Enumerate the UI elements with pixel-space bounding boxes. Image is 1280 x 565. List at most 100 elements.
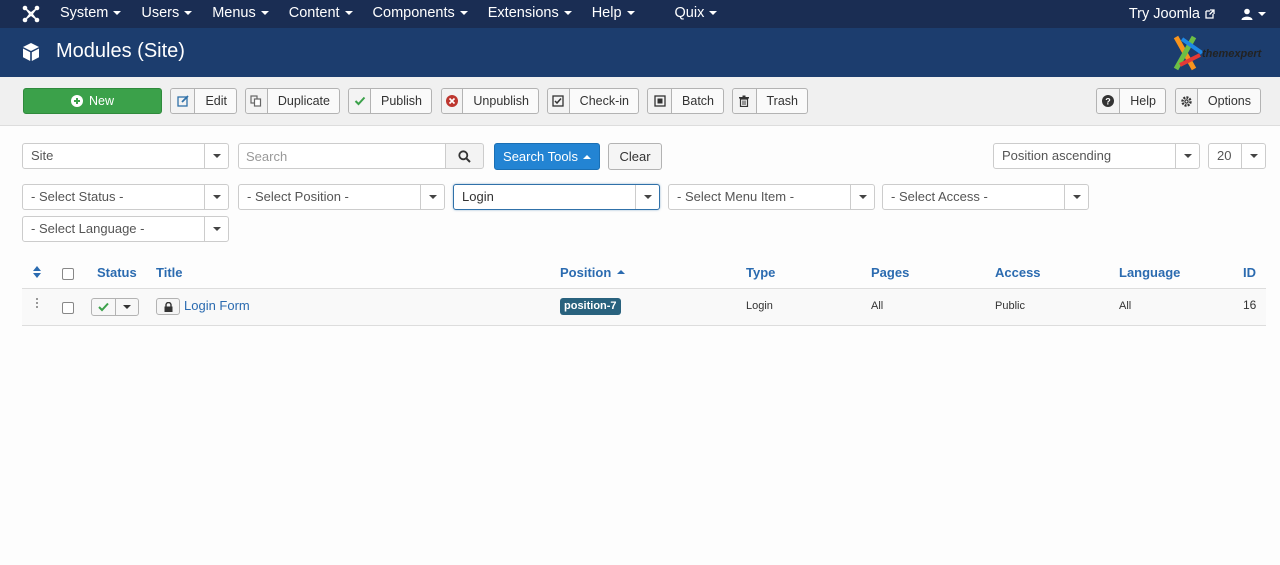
published-toggle-button[interactable] xyxy=(92,299,116,315)
menu-users[interactable]: Users xyxy=(131,0,202,28)
question-circle-icon: ? xyxy=(1097,89,1121,113)
type-column-header[interactable]: Type xyxy=(746,265,775,280)
menu-item-filter-select[interactable]: - Select Menu Item - xyxy=(668,184,875,210)
chevron-down-icon xyxy=(204,144,228,168)
menu-content[interactable]: Content xyxy=(279,0,363,28)
client-select[interactable]: Site xyxy=(22,143,229,169)
check-icon xyxy=(349,89,371,113)
table-row: Login Form position-7 Login All Public A… xyxy=(22,289,1266,326)
id-cell: 16 xyxy=(1243,298,1257,312)
caret-up-icon xyxy=(582,154,591,159)
position-header-label: Position xyxy=(560,265,612,280)
title-column-header[interactable]: Title xyxy=(156,265,183,280)
chevron-down-icon xyxy=(420,185,444,209)
language-column-header[interactable]: Language xyxy=(1119,265,1180,280)
language-filter-select[interactable]: - Select Language - xyxy=(22,216,229,242)
caret-down-icon xyxy=(344,11,353,16)
module-filter-value: Login xyxy=(462,189,494,204)
svg-text:?: ? xyxy=(1105,97,1111,107)
toolbar: New Edit Duplicate Publish Unpublish Che… xyxy=(0,77,1280,126)
search-input[interactable] xyxy=(238,143,445,169)
checkin-button[interactable]: Check-in xyxy=(547,88,639,114)
status-toggle xyxy=(91,298,139,316)
caret-down-icon xyxy=(113,11,122,16)
clear-button[interactable]: Clear xyxy=(608,143,662,170)
module-filter-select[interactable]: Login xyxy=(453,184,660,210)
sort-icon[interactable] xyxy=(33,266,41,278)
cube-icon xyxy=(23,43,39,61)
top-navbar: System Users Menus Content Components Ex… xyxy=(0,0,1280,28)
chevron-down-icon xyxy=(1241,144,1265,168)
module-title-link[interactable]: Login Form xyxy=(184,298,250,313)
position-column-header[interactable]: Position xyxy=(560,265,625,280)
search-tools-label: Search Tools xyxy=(503,149,578,164)
search-button[interactable] xyxy=(445,143,484,169)
ordering-select[interactable]: Position ascending xyxy=(993,143,1200,169)
help-label: Help xyxy=(1130,94,1156,108)
menu-quix[interactable]: Quix xyxy=(645,0,728,28)
search-icon xyxy=(458,149,471,163)
menu-label: System xyxy=(60,5,109,21)
caret-down-icon xyxy=(123,305,131,309)
new-button[interactable]: New xyxy=(23,88,162,114)
options-label: Options xyxy=(1207,94,1251,108)
caret-down-icon xyxy=(626,11,635,16)
new-label: New xyxy=(88,94,114,108)
menu-system[interactable]: System xyxy=(50,0,131,28)
type-cell: Login xyxy=(746,300,773,312)
menu-components[interactable]: Components xyxy=(363,0,478,28)
position-filter-select[interactable]: - Select Position - xyxy=(238,184,445,210)
gear-icon xyxy=(1176,89,1198,113)
access-filter-value: - Select Access - xyxy=(891,189,988,204)
table-header: Status Title Position Type Pages Access … xyxy=(22,259,1266,289)
language-cell: All xyxy=(1119,300,1132,312)
menu-help[interactable]: Help xyxy=(582,0,645,28)
try-joomla-label: Try Joomla xyxy=(1128,6,1200,22)
caret-down-icon xyxy=(459,11,468,16)
menu-extensions[interactable]: Extensions xyxy=(478,0,582,28)
caret-down-icon xyxy=(184,11,193,16)
joomla-logo-icon[interactable] xyxy=(22,5,40,23)
batch-button[interactable]: Batch xyxy=(647,88,724,114)
access-filter-select[interactable]: - Select Access - xyxy=(882,184,1089,210)
try-joomla-link[interactable]: Try Joomla xyxy=(1129,6,1215,22)
edit-label: Edit xyxy=(205,94,227,108)
publish-button[interactable]: Publish xyxy=(348,88,432,114)
checked-out-button[interactable] xyxy=(156,298,180,315)
menu-menus[interactable]: Menus xyxy=(202,0,279,28)
client-select-value: Site xyxy=(31,148,54,163)
user-menu[interactable] xyxy=(1241,8,1266,20)
lock-icon xyxy=(164,301,172,312)
search-tools-button[interactable]: Search Tools xyxy=(494,143,600,170)
trash-button[interactable]: Trash xyxy=(732,88,808,114)
batch-label: Batch xyxy=(682,94,714,108)
access-column-header[interactable]: Access xyxy=(995,265,1041,280)
menu-label: Components xyxy=(372,5,455,21)
brand-logo: themexpert xyxy=(1173,35,1263,71)
duplicate-button[interactable]: Duplicate xyxy=(245,88,340,114)
status-column-header[interactable]: Status xyxy=(97,265,137,280)
caret-down-icon xyxy=(709,11,718,16)
chevron-down-icon xyxy=(1175,144,1199,168)
menu-label: Extensions xyxy=(487,5,559,21)
unpublish-button[interactable]: Unpublish xyxy=(441,88,539,114)
search-group xyxy=(238,143,484,169)
pages-column-header[interactable]: Pages xyxy=(871,265,909,280)
select-all-checkbox[interactable] xyxy=(62,268,74,280)
menu-label: Quix xyxy=(674,5,705,21)
menu-item-filter-value: - Select Menu Item - xyxy=(677,189,795,204)
edit-button[interactable]: Edit xyxy=(170,88,237,114)
status-dropdown-button[interactable] xyxy=(116,299,138,315)
id-column-header[interactable]: ID xyxy=(1243,265,1256,280)
row-checkbox[interactable] xyxy=(62,302,74,314)
limit-select-value: 20 xyxy=(1217,148,1232,163)
status-filter-select[interactable]: - Select Status - xyxy=(22,184,229,210)
language-filter-value: - Select Language - xyxy=(31,221,145,236)
limit-select[interactable]: 20 xyxy=(1208,143,1266,169)
drag-handle-icon[interactable] xyxy=(35,298,39,310)
options-button[interactable]: Options xyxy=(1175,88,1261,114)
copy-icon xyxy=(246,89,268,113)
help-button[interactable]: ? Help xyxy=(1096,88,1166,114)
chevron-down-icon xyxy=(1064,185,1088,209)
plus-circle-icon xyxy=(70,95,83,107)
